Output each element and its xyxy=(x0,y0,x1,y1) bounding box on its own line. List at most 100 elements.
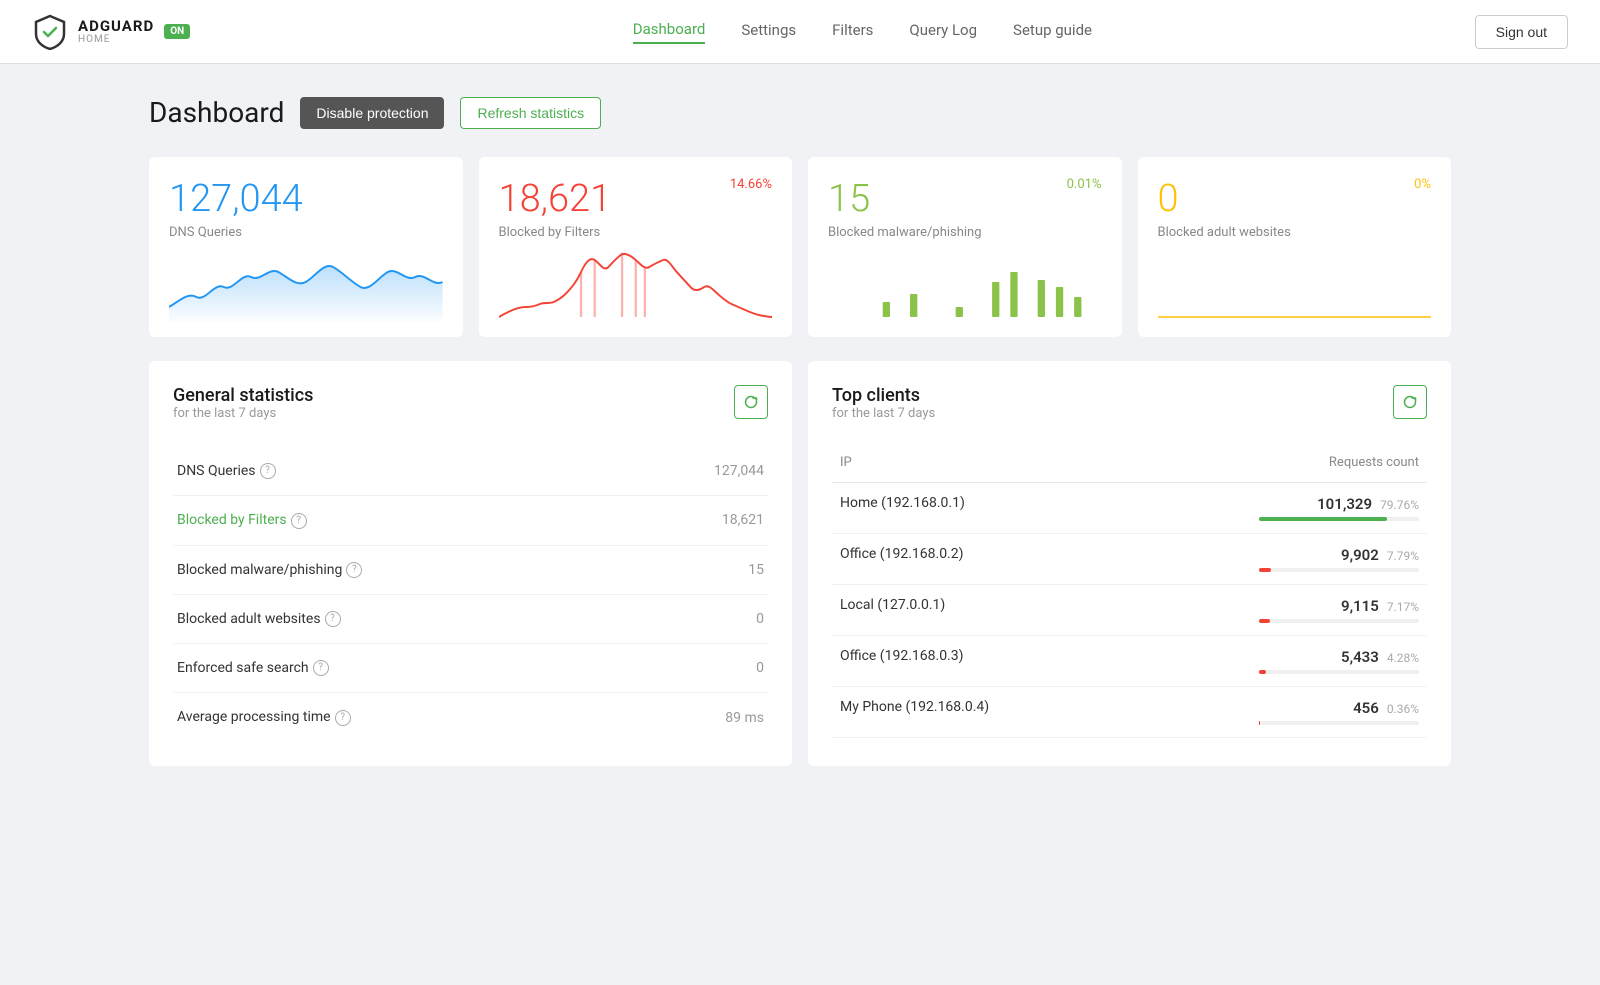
general-stats-subtitle: for the last 7 days xyxy=(173,406,313,421)
client-percent: 0.36% xyxy=(1387,702,1419,716)
stat-row-label: Blocked adult websites? xyxy=(173,594,631,643)
stat-row-label: Average processing time? xyxy=(173,693,631,742)
client-name: My Phone (192.168.0.4) xyxy=(832,687,1120,738)
dns-queries-chart xyxy=(169,252,443,337)
client-table-row: Office (192.168.0.2) 9,902 7.79% xyxy=(832,534,1427,585)
client-percent: 79.76% xyxy=(1380,498,1419,512)
client-percent: 4.28% xyxy=(1387,651,1419,665)
clients-table: IP Requests count Home (192.168.0.1)101,… xyxy=(832,447,1427,738)
client-bar-fill xyxy=(1259,619,1270,623)
protection-status-badge: ON xyxy=(164,24,190,39)
client-percent: 7.79% xyxy=(1387,549,1419,563)
blocked-adult-percent: 0% xyxy=(1414,177,1431,192)
client-requests: 456 0.36% xyxy=(1120,687,1427,738)
nav-filters[interactable]: Filters xyxy=(832,21,873,43)
top-clients-panel: Top clients for the last 7 days IP Reque… xyxy=(808,361,1451,766)
client-bar-fill xyxy=(1259,721,1260,725)
client-bar-background xyxy=(1259,670,1419,674)
general-stats-table: DNS Queries?127,044Blocked by Filters?18… xyxy=(173,447,768,742)
client-count: 101,329 xyxy=(1317,495,1372,513)
client-bar-fill xyxy=(1259,670,1266,674)
client-requests: 101,329 79.76% xyxy=(1120,483,1427,534)
stat-row-value: 0 xyxy=(631,644,768,693)
stat-table-row: Enforced safe search?0 xyxy=(173,644,768,693)
stat-table-row: Average processing time?89 ms xyxy=(173,693,768,742)
stat-row-label: Blocked by Filters? xyxy=(173,496,631,545)
navbar: ADGUARD HOME ON Dashboard Settings Filte… xyxy=(0,0,1600,64)
client-count: 9,902 xyxy=(1341,546,1379,564)
help-icon[interactable]: ? xyxy=(291,513,307,529)
stat-table-row: Blocked malware/phishing?15 xyxy=(173,545,768,594)
stat-cards-row: 127,044 DNS Queries xyxy=(149,157,1451,337)
brand: ADGUARD HOME ON xyxy=(32,14,190,50)
top-clients-subtitle: for the last 7 days xyxy=(832,406,935,421)
client-percent: 7.17% xyxy=(1387,600,1419,614)
help-icon[interactable]: ? xyxy=(260,463,276,479)
stat-row-label: Blocked malware/phishing? xyxy=(173,545,631,594)
blocked-adult-label: Blocked adult websites xyxy=(1158,225,1432,240)
stat-row-label-link[interactable]: Blocked by Filters xyxy=(177,512,287,528)
stat-table-row: Blocked adult websites?0 xyxy=(173,594,768,643)
general-stats-panel: General statistics for the last 7 days D… xyxy=(149,361,792,766)
stat-card-blocked-adult: 0 0% Blocked adult websites xyxy=(1138,157,1452,337)
nav-dashboard[interactable]: Dashboard xyxy=(633,20,706,44)
blocked-malware-label: Blocked malware/phishing xyxy=(828,225,1102,240)
client-bar-fill xyxy=(1259,517,1387,521)
help-icon[interactable]: ? xyxy=(335,710,351,726)
stat-card-blocked-malware: 15 0.01% Blocked malware/phishing xyxy=(808,157,1122,337)
page-header: Dashboard Disable protection Refresh sta… xyxy=(149,96,1451,129)
client-count: 9,115 xyxy=(1341,597,1379,615)
help-icon[interactable]: ? xyxy=(325,611,341,627)
nav-settings[interactable]: Settings xyxy=(741,21,796,43)
client-bar-background xyxy=(1259,721,1419,725)
client-name: Office (192.168.0.2) xyxy=(832,534,1120,585)
stat-row-label: Enforced safe search? xyxy=(173,644,631,693)
blocked-filters-number: 18,621 xyxy=(499,177,612,221)
refresh-icon xyxy=(1402,394,1418,410)
client-bar-background xyxy=(1259,568,1419,572)
client-count: 456 xyxy=(1353,699,1379,717)
help-icon[interactable]: ? xyxy=(346,562,362,578)
client-requests: 9,902 7.79% xyxy=(1120,534,1427,585)
help-icon[interactable]: ? xyxy=(313,660,329,676)
stat-card-dns: 127,044 DNS Queries xyxy=(149,157,463,337)
refresh-statistics-button[interactable]: Refresh statistics xyxy=(460,97,601,129)
client-requests: 9,115 7.17% xyxy=(1120,585,1427,636)
blocked-filters-label: Blocked by Filters xyxy=(499,225,773,240)
refresh-icon xyxy=(743,394,759,410)
blocked-filters-chart xyxy=(499,252,773,337)
blocked-malware-percent: 0.01% xyxy=(1067,177,1102,192)
signout-button[interactable]: Sign out xyxy=(1475,15,1568,49)
stat-table-row: Blocked by Filters?18,621 xyxy=(173,496,768,545)
nav-setupguide[interactable]: Setup guide xyxy=(1013,21,1092,43)
client-name: Local (127.0.0.1) xyxy=(832,585,1120,636)
stat-table-row: DNS Queries?127,044 xyxy=(173,447,768,496)
stat-row-value: 127,044 xyxy=(631,447,768,496)
blocked-malware-number: 15 xyxy=(828,177,870,221)
disable-protection-button[interactable]: Disable protection xyxy=(300,97,444,129)
stat-row-label: DNS Queries? xyxy=(173,447,631,496)
brand-logo-icon xyxy=(32,14,68,50)
stat-card-blocked-filters: 18,621 14.66% Blocked by Filters xyxy=(479,157,793,337)
nav-links: Dashboard Settings Filters Query Log Set… xyxy=(250,20,1474,44)
page-title: Dashboard xyxy=(149,96,284,129)
top-clients-refresh-button[interactable] xyxy=(1393,385,1427,419)
stat-row-value: 18,621 xyxy=(631,496,768,545)
client-requests: 5,433 4.28% xyxy=(1120,636,1427,687)
stat-row-value: 0 xyxy=(631,594,768,643)
client-name: Office (192.168.0.3) xyxy=(832,636,1120,687)
col-ip: IP xyxy=(832,447,1120,483)
brand-sub: HOME xyxy=(78,34,154,45)
nav-querylog[interactable]: Query Log xyxy=(909,21,977,43)
client-bar-fill xyxy=(1259,568,1271,572)
client-table-row: My Phone (192.168.0.4) 456 0.36% xyxy=(832,687,1427,738)
bottom-panels: General statistics for the last 7 days D… xyxy=(149,361,1451,766)
client-count: 5,433 xyxy=(1341,648,1379,666)
top-clients-title: Top clients xyxy=(832,385,935,406)
stat-row-value: 15 xyxy=(631,545,768,594)
col-requests: Requests count xyxy=(1120,447,1427,483)
general-stats-title: General statistics xyxy=(173,385,313,406)
blocked-malware-chart xyxy=(828,252,1102,337)
client-bar-background xyxy=(1259,619,1419,623)
general-stats-refresh-button[interactable] xyxy=(734,385,768,419)
